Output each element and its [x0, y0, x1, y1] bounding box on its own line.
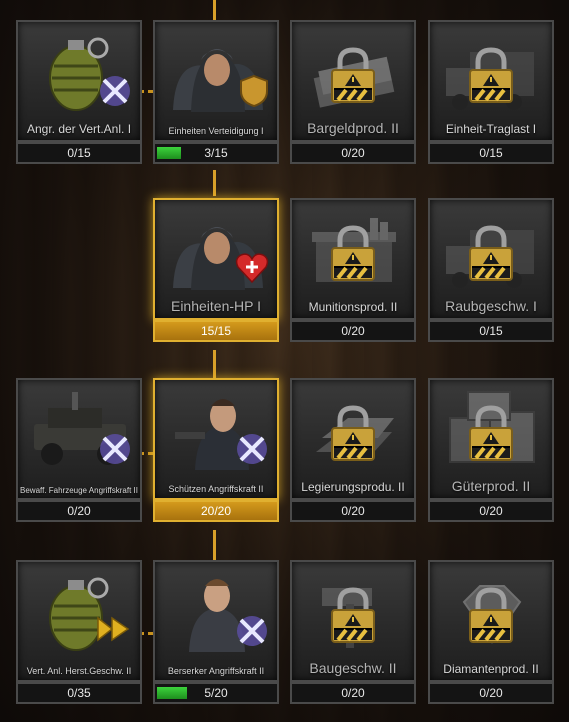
skill-progress: 5/20: [153, 682, 279, 704]
progress-fill: [157, 147, 181, 159]
skill-progress: 15/15: [153, 320, 279, 342]
heart-plus-icon: [235, 252, 269, 289]
skill-node[interactable]: Schützen Angriffskraft II 20/20: [153, 378, 279, 528]
skill-node[interactable]: Vert. Anl. Herst.Geschw. II 0/35: [16, 560, 142, 710]
skill-name: Einheiten Verteidigung I: [168, 126, 264, 136]
skill-name: Angr. der Vert.Anl. I: [26, 122, 132, 136]
skill-name: Bargeldprod. II: [307, 120, 399, 136]
padlock-icon: [466, 586, 516, 649]
skill-progress: 0/15: [428, 142, 554, 164]
skill-node[interactable]: Güterprod. II 0/20: [428, 378, 554, 528]
skill-node[interactable]: Einheit-Traglast I 0/15: [428, 20, 554, 170]
progress-value: 15/15: [200, 324, 232, 338]
progress-value: 0/20: [341, 504, 365, 518]
skill-progress: 0/15: [16, 142, 142, 164]
skill-name: Diamantenprod. II: [443, 662, 539, 676]
progress-value: 5/20: [204, 686, 228, 700]
skill-node[interactable]: Legierungsprodu. II 0/20: [290, 378, 416, 528]
skill-progress: 0/20: [290, 320, 416, 342]
skill-node[interactable]: Baugeschw. II 0/20: [290, 560, 416, 710]
progress-value: 0/20: [479, 504, 503, 518]
padlock-icon: [466, 224, 516, 287]
speed-arrow-icon: [96, 614, 132, 649]
progress-value: 3/15: [204, 146, 228, 160]
skill-tile[interactable]: Diamantenprod. II: [428, 560, 554, 682]
progress-value: 0/20: [67, 504, 91, 518]
skill-progress: 0/35: [16, 682, 142, 704]
skill-node[interactable]: Diamantenprod. II 0/20: [428, 560, 554, 710]
skill-name: Bewaff. Fahrzeuge Angriffskraft II: [20, 486, 138, 495]
skill-progress: 0/20: [428, 682, 554, 704]
progress-value: 0/15: [479, 146, 503, 160]
padlock-icon: [328, 404, 378, 467]
skill-node[interactable]: Angr. der Vert.Anl. I 0/15: [16, 20, 142, 170]
crossed-swords-icon: [235, 614, 269, 653]
crossed-swords-icon: [98, 74, 132, 113]
skill-name: Berserker Angriffskraft II: [167, 666, 265, 676]
skill-progress: 0/20: [16, 500, 142, 522]
tree-connector-main: [213, 530, 216, 560]
crossed-swords-icon: [98, 432, 132, 471]
skill-node[interactable]: Bargeldprod. II 0/20: [290, 20, 416, 170]
skill-tile[interactable]: Berserker Angriffskraft II: [153, 560, 279, 682]
skill-tile[interactable]: Vert. Anl. Herst.Geschw. II: [16, 560, 142, 682]
padlock-icon: [328, 46, 378, 109]
skill-progress: 0/20: [290, 142, 416, 164]
skill-node[interactable]: Raubgeschw. I 0/15: [428, 198, 554, 348]
progress-value: 20/20: [200, 504, 232, 518]
padlock-icon: [328, 224, 378, 287]
tree-connector-main: [213, 170, 216, 196]
progress-value: 0/20: [341, 686, 365, 700]
skill-tile[interactable]: Baugeschw. II: [290, 560, 416, 682]
skill-progress: 0/20: [290, 682, 416, 704]
skill-name: Vert. Anl. Herst.Geschw. II: [26, 666, 132, 676]
progress-value: 0/20: [341, 324, 365, 338]
skill-tile[interactable]: Einheiten-HP I: [153, 198, 279, 320]
skill-tile[interactable]: Bewaff. Fahrzeuge Angriffskraft II: [16, 378, 142, 500]
skill-progress: 0/15: [428, 320, 554, 342]
skill-name: Einheiten-HP I: [170, 298, 261, 314]
skill-node[interactable]: Einheiten-HP I 15/15: [153, 198, 279, 348]
tree-connector-main: [213, 0, 216, 22]
skill-tile[interactable]: Bargeldprod. II: [290, 20, 416, 142]
skill-tile[interactable]: Legierungsprodu. II: [290, 378, 416, 500]
skill-name: Schützen Angriffskraft II: [168, 484, 264, 494]
skill-name: Güterprod. II: [451, 478, 531, 494]
skill-progress: 0/20: [290, 500, 416, 522]
skill-name: Legierungsprodu. II: [301, 480, 405, 494]
skill-progress: 20/20: [153, 500, 279, 522]
skill-name: Raubgeschw. I: [445, 298, 537, 314]
crossed-swords-icon: [235, 432, 269, 471]
progress-value: 0/15: [479, 324, 503, 338]
skill-node[interactable]: Einheiten Verteidigung I 3/15: [153, 20, 279, 170]
tree-connector-main: [213, 350, 216, 378]
skill-name: Baugeschw. II: [309, 660, 397, 676]
shield-icon: [239, 74, 269, 113]
skill-tile[interactable]: Einheit-Traglast I: [428, 20, 554, 142]
skill-progress: 0/20: [428, 500, 554, 522]
skill-node[interactable]: Bewaff. Fahrzeuge Angriffskraft II 0/20: [16, 378, 142, 528]
progress-value: 0/20: [341, 146, 365, 160]
skill-progress: 3/15: [153, 142, 279, 164]
progress-fill: [157, 687, 187, 699]
progress-value: 0/15: [67, 146, 91, 160]
skill-tile[interactable]: Munitionsprod. II: [290, 198, 416, 320]
skill-node[interactable]: Munitionsprod. II 0/20: [290, 198, 416, 348]
skill-tile[interactable]: Raubgeschw. I: [428, 198, 554, 320]
skill-tile[interactable]: Schützen Angriffskraft II: [153, 378, 279, 500]
progress-value: 0/20: [479, 686, 503, 700]
padlock-icon: [466, 404, 516, 467]
skill-tile[interactable]: Güterprod. II: [428, 378, 554, 500]
skill-name: Einheit-Traglast I: [445, 122, 537, 136]
skill-name: Munitionsprod. II: [308, 300, 398, 314]
skill-tile[interactable]: Angr. der Vert.Anl. I: [16, 20, 142, 142]
skill-tile[interactable]: Einheiten Verteidigung I: [153, 20, 279, 142]
progress-value: 0/35: [67, 686, 91, 700]
skill-node[interactable]: Berserker Angriffskraft II 5/20: [153, 560, 279, 710]
padlock-icon: [328, 586, 378, 649]
padlock-icon: [466, 46, 516, 109]
